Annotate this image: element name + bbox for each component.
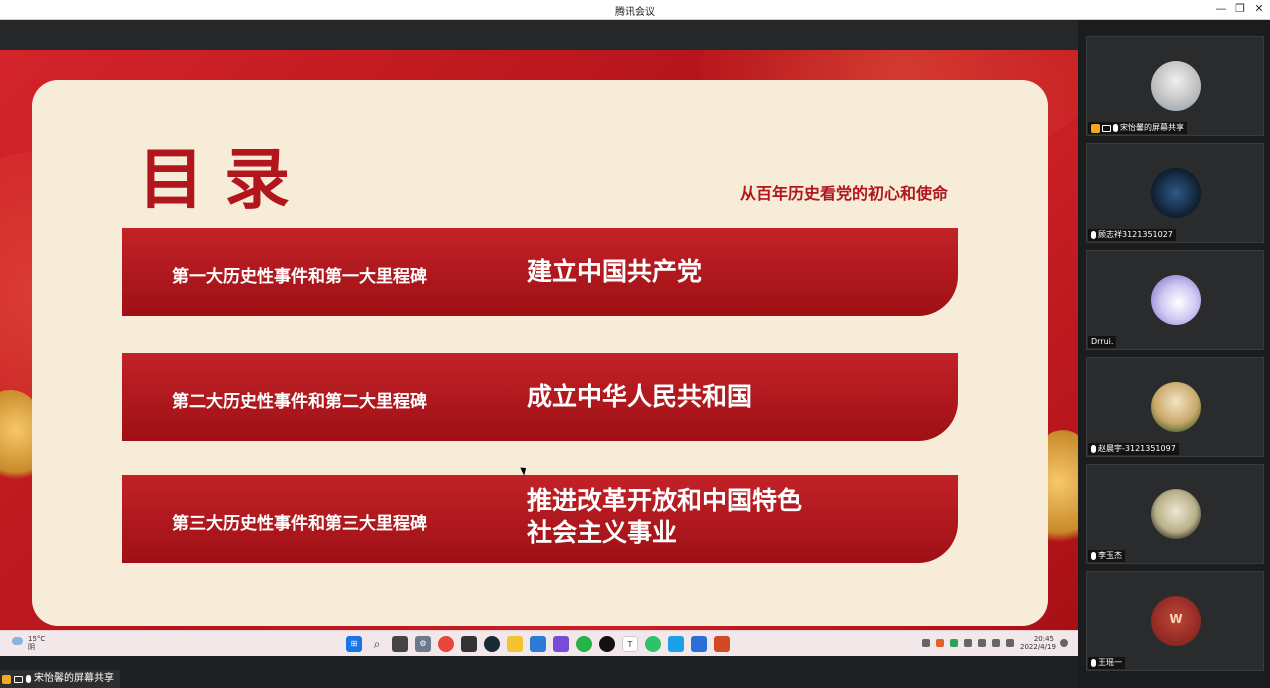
participant-nametag: 王瑶一: [1088, 657, 1125, 669]
tray-clock: 20:45 2022/4/19: [1020, 635, 1056, 651]
qq-icon: [599, 636, 615, 652]
participant-tile[interactable]: 李玉杰: [1086, 464, 1264, 564]
vscode-icon: [530, 636, 546, 652]
avatar: [1151, 61, 1201, 111]
wechat-icon: [576, 636, 592, 652]
microphone-icon: [1113, 124, 1118, 132]
toc-row-title: 成立中华人民共和国: [527, 382, 753, 411]
chrome-icon: [438, 636, 454, 652]
participants-sidebar: 宋怡馨的屏幕共享 顾志祥3121351027 Drrui. 赵晨宇-312135…: [1078, 20, 1270, 688]
toc-row-title-line1: 推进改革开放和中国特色: [527, 486, 803, 515]
toc-row-2: 第二大历史性事件和第二大里程碑 成立中华人民共和国: [122, 353, 958, 441]
toc-row-title-line2: 社会主义事业: [527, 518, 678, 547]
cloud-icon: [12, 637, 23, 645]
mail-icon: [691, 636, 707, 652]
microphone-muted-icon: [1091, 445, 1096, 453]
meeting-bottom-bar: [0, 656, 1078, 688]
microphone-muted-icon: [1091, 552, 1096, 560]
tray-app-icon: [936, 639, 944, 647]
tray-time: 20:45: [1033, 635, 1054, 643]
participant-tile[interactable]: W 王瑶一: [1086, 571, 1264, 671]
system-tray: 20:45 2022/4/19: [922, 635, 1068, 651]
sharer-label: 宋怡馨的屏幕共享: [34, 673, 114, 684]
participant-tile[interactable]: 宋怡馨的屏幕共享: [1086, 36, 1264, 136]
participant-name: 顾志祥3121351027: [1098, 230, 1173, 239]
host-icon: [1091, 123, 1100, 133]
microphone-muted-icon: [1091, 231, 1096, 239]
powerpoint-icon: [714, 636, 730, 652]
slide-heading: 目录: [138, 140, 310, 218]
window-title: 腾讯会议: [615, 7, 655, 18]
avatar: W: [1151, 596, 1201, 646]
restore-button[interactable]: ❐: [1231, 2, 1249, 15]
participant-tile[interactable]: Drrui.: [1086, 250, 1264, 350]
microphone-icon: [26, 675, 31, 683]
steam-icon: [484, 636, 500, 652]
folder-icon: [507, 636, 523, 652]
toc-row-3: 第三大历史性事件和第三大里程碑 推进改革开放和中国特色 社会主义事业: [122, 475, 958, 563]
feishu-icon: [553, 636, 569, 652]
participant-tile[interactable]: 赵晨宇-3121351097: [1086, 357, 1264, 457]
slide-card: 目录 从百年历史看党的初心和使命 第一大历史性事件和第一大里程碑 建立中国共产党…: [32, 80, 1048, 626]
toc-row-label: 第二大历史性事件和第二大里程碑: [172, 392, 427, 412]
network-icon: [978, 639, 986, 647]
participant-nametag: 宋怡馨的屏幕共享: [1088, 122, 1187, 134]
taskbar-apps: ⊞ ⌕ ⚙ T: [346, 636, 730, 652]
participant-nametag: 李玉杰: [1088, 550, 1125, 562]
volume-icon: [992, 639, 1000, 647]
qq-music-icon: [645, 636, 661, 652]
avatar: [1151, 275, 1201, 325]
toc-row-label: 第三大历史性事件和第三大里程碑: [172, 514, 427, 534]
weather-temperature: 15°C: [28, 635, 46, 643]
toc-row-label: 第一大历史性事件和第一大里程碑: [172, 267, 427, 287]
participant-name: Drrui.: [1091, 337, 1114, 346]
slide-subheading: 从百年历史看党的初心和使命: [739, 184, 948, 203]
minimize-button[interactable]: —: [1212, 2, 1230, 15]
host-icon: [2, 674, 11, 684]
participant-name: 王瑶一: [1098, 658, 1122, 667]
tray-date: 2022/4/19: [1020, 643, 1056, 651]
screen-share-icon: [14, 675, 23, 683]
battery-icon: [1006, 639, 1014, 647]
toc-row-1: 第一大历史性事件和第一大里程碑 建立中国共产党: [122, 228, 958, 316]
screen-share-icon: [1102, 124, 1111, 132]
microphone-icon: [964, 639, 972, 647]
participant-tile[interactable]: 顾志祥3121351027: [1086, 143, 1264, 243]
notification-icon: [1060, 639, 1068, 647]
avatar: [1151, 489, 1201, 539]
microphone-icon: [1091, 659, 1096, 667]
avatar: [1151, 168, 1201, 218]
settings-icon: ⚙: [415, 636, 431, 652]
participant-nametag: Drrui.: [1088, 336, 1117, 348]
search-icon: ⌕: [373, 637, 381, 651]
weather-condition: 阴: [28, 643, 35, 651]
shared-screen: 目录 从百年历史看党的初心和使命 第一大历史性事件和第一大里程碑 建立中国共产党…: [0, 50, 1078, 630]
sharer-tag: 宋怡馨的屏幕共享: [0, 670, 120, 688]
tray-app-icon: [950, 639, 958, 647]
participant-name: 宋怡馨的屏幕共享: [1120, 123, 1184, 132]
participant-nametag: 顾志祥3121351027: [1088, 229, 1176, 241]
windows-start-icon: ⊞: [346, 636, 362, 652]
shared-taskbar: 15°C 阴 ⊞ ⌕ ⚙ T 20:45 2022/4/19: [0, 630, 1078, 656]
participant-nametag: 赵晨宇-3121351097: [1088, 443, 1179, 455]
tray-chevron-icon: [922, 639, 930, 647]
task-view-icon: [392, 636, 408, 652]
typora-icon: T: [622, 636, 638, 652]
close-button[interactable]: ✕: [1250, 2, 1268, 15]
camera-icon: [461, 636, 477, 652]
participant-name: 李玉杰: [1098, 551, 1122, 560]
window-titlebar: 腾讯会议 — ❐ ✕: [0, 0, 1270, 20]
toc-row-title: 建立中国共产党: [527, 257, 703, 286]
participant-name: 赵晨宇-3121351097: [1098, 444, 1176, 453]
maps-icon: [668, 636, 684, 652]
meeting-toolbar-strip: [0, 20, 1078, 50]
avatar: [1151, 382, 1201, 432]
